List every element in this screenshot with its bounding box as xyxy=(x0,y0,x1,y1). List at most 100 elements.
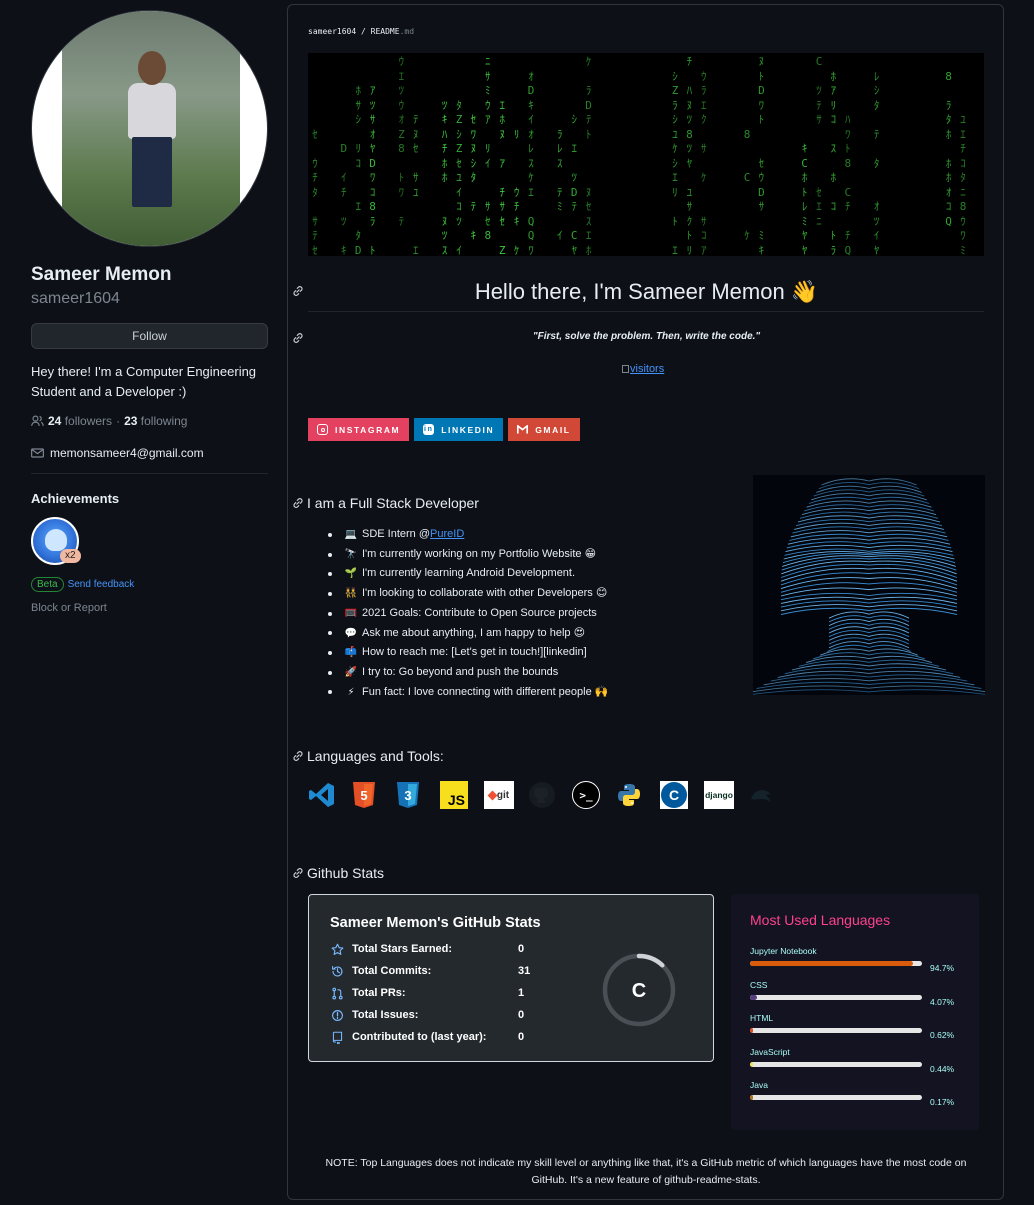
avatar-person xyxy=(124,51,180,207)
linkedin-badge[interactable]: in LINKEDIN xyxy=(414,418,504,441)
matrix-banner: ｾ ｳ ﾁ ﾀ ｻ ﾃ ｾ D ｲ ﾁ ﾂ ｷ ﾎ ｻ ｼ ﾘ ｺ ｴ ﾀ D … xyxy=(308,53,984,256)
achievement-badge[interactable]: x2 xyxy=(31,517,81,565)
sidebar-divider xyxy=(31,473,268,474)
language-bar xyxy=(750,1061,922,1067)
git-icon[interactable]: git xyxy=(484,779,528,811)
avatar[interactable] xyxy=(31,10,268,247)
profile-name: Sameer Memon xyxy=(31,264,172,285)
profile-bio: Hey there! I'm a Computer Engineering St… xyxy=(31,364,257,399)
bullet xyxy=(328,552,332,557)
follow-button[interactable]: Follow xyxy=(31,323,268,349)
stat-label: Total Stars Earned: xyxy=(352,943,453,955)
language-name: HTML xyxy=(750,1013,774,1023)
about-item: ⚡ Fun fact: I love connecting with differ… xyxy=(328,683,608,703)
svg-text:5: 5 xyxy=(360,788,367,803)
svg-text:3: 3 xyxy=(404,788,411,803)
language-name: JavaScript xyxy=(750,1046,790,1057)
github-icon[interactable] xyxy=(528,779,572,811)
following-label: following xyxy=(140,414,188,428)
instagram-label: INSTAGRAM xyxy=(335,424,401,435)
language-percent: 94.7% xyxy=(930,963,955,973)
vscode-icon[interactable] xyxy=(308,779,352,811)
stats-card-title: Sameer Memon's GitHub Stats xyxy=(330,915,541,931)
emoji-icon: 📫 xyxy=(344,647,358,659)
language-name: CSS xyxy=(750,979,768,990)
followers-count: 24 xyxy=(48,414,62,428)
email-text: memonsameer4@gmail.com xyxy=(50,446,204,460)
about-item: 🔭 I'm currently working on my Portfolio W… xyxy=(328,545,608,565)
language-row: JavaScript 0.44% xyxy=(750,1046,960,1074)
link-icon[interactable] xyxy=(292,867,304,879)
quote: "First, solve the problem. Then, write t… xyxy=(532,331,761,342)
star-icon xyxy=(330,942,344,956)
visitors-alt: visitors xyxy=(630,363,665,375)
gmail-badge[interactable]: GMAIL xyxy=(508,418,580,441)
about-text: How to reach me: [Let's get in touch!][l… xyxy=(362,646,587,659)
followers-label: followers xyxy=(64,414,113,428)
rank-ring: C xyxy=(602,953,676,1027)
matrix-column: ﾃ ﾇ ｾ ｻ ﾕ ｴ xyxy=(413,113,419,256)
stat-label: Total PRs: xyxy=(352,987,406,999)
language-bar xyxy=(750,1095,922,1100)
beta-row: Beta Send feedback xyxy=(31,577,268,592)
language-name: Jupyter Notebook xyxy=(750,946,817,956)
about-item: 🌱 I'm currently learning Android Developm… xyxy=(328,564,608,584)
face-contour-line xyxy=(820,648,918,656)
matrix-column: ｳ ﾗ ｴ ｸ ｻ ｹ ｻ ｺ ｱ xyxy=(701,69,707,257)
issue-icon xyxy=(330,1008,344,1022)
lang-card-title: Most Used Languages xyxy=(750,912,891,928)
crumb-ext: .md xyxy=(399,27,415,36)
terminal-icon[interactable]: >_ xyxy=(572,779,616,811)
mysql-icon[interactable] xyxy=(748,779,792,811)
bullet xyxy=(328,690,332,695)
html5-icon[interactable]: 5 xyxy=(352,779,396,811)
face-contour-line xyxy=(805,655,933,664)
stat-value: 0 xyxy=(518,1009,525,1021)
bullet xyxy=(328,532,332,537)
link-icon[interactable] xyxy=(292,497,304,509)
django-icon[interactable]: django xyxy=(704,779,748,811)
about-text: SDE Intern @ xyxy=(362,528,431,540)
send-feedback-link[interactable]: Send feedback xyxy=(68,579,135,590)
linkedin-icon: in xyxy=(423,424,435,435)
repo-icon xyxy=(330,1030,344,1044)
stat-row: Total Commits: 31 xyxy=(330,964,530,978)
language-row: CSS 4.07% xyxy=(750,979,960,1007)
followers-link[interactable]: 24 followers xyxy=(48,414,112,428)
language-bar-fill xyxy=(750,1028,753,1033)
profile-email[interactable]: memonsameer4@gmail.com xyxy=(31,446,268,460)
face-contour-line xyxy=(827,644,911,652)
avatar-photo xyxy=(62,11,240,246)
instagram-icon xyxy=(317,424,328,435)
matrix-column: ｹ ﾗ D ﾃ ﾄ ﾇ ｾ ｽ ｴ ﾎ xyxy=(585,55,592,256)
fullstack-heading: I am a Full Stack Developer xyxy=(307,495,479,511)
emoji-icon: 👯 xyxy=(344,588,358,600)
language-bar xyxy=(750,994,922,1000)
css3-icon[interactable]: 3 xyxy=(396,779,440,811)
about-link[interactable]: PureID xyxy=(430,525,464,545)
github-stats-card[interactable]: Sameer Memon's GitHub Stats Total Stars … xyxy=(308,894,714,1062)
javascript-icon[interactable]: JS xyxy=(440,779,484,811)
link-icon[interactable] xyxy=(292,750,304,762)
about-item: 🥅 2021 Goals: Contribute to Open Source p… xyxy=(328,604,608,624)
block-report-link[interactable]: Block or Report xyxy=(31,602,268,614)
matrix-column: ﾊ ﾜ ﾄ 8 C ﾁ ﾁ Q xyxy=(844,113,852,256)
matrix-column: ｷ C ﾎ ﾄ ﾚ ﾐ ﾔ ﾔ xyxy=(801,142,808,256)
crumb-separator: / xyxy=(361,27,366,36)
matrix-column: ﾇ ﾄ D ﾜ ﾄ ｾ ｳ D ｻ ﾐ ｷ xyxy=(758,55,765,256)
visitors-badge-link[interactable]: visitors xyxy=(622,363,664,375)
python-icon[interactable] xyxy=(616,779,660,811)
emoji-icon: 🚀 xyxy=(344,666,358,678)
emoji-icon: 💬 xyxy=(344,627,358,639)
following-link[interactable]: 23 following xyxy=(124,414,187,428)
instagram-badge[interactable]: INSTAGRAM xyxy=(308,418,410,441)
profile-username: sameer1604 xyxy=(31,290,120,307)
top-languages-card[interactable]: Most Used Languages Jupyter Notebook 94.7… xyxy=(731,894,979,1130)
matrix-column: ｾ ｳ ﾁ ﾀ ｻ ﾃ ｾ xyxy=(312,127,318,257)
matrix-column: ｳ ｴ ﾂ ｳ ｵ Z 8 ﾄ ﾜ ﾃ xyxy=(398,55,405,228)
matrix-column: ﾀ Z ｼ Z ｾ ﾕ ｲ ｺ ﾂ ｲ xyxy=(455,98,463,257)
matrix-column: ﾘ ｳ ﾁ ｷ ｹ xyxy=(513,127,520,257)
cplusplus-icon[interactable]: C xyxy=(660,779,704,811)
heading-divider xyxy=(308,311,984,312)
crumb-user[interactable]: sameer1604 xyxy=(308,27,356,36)
